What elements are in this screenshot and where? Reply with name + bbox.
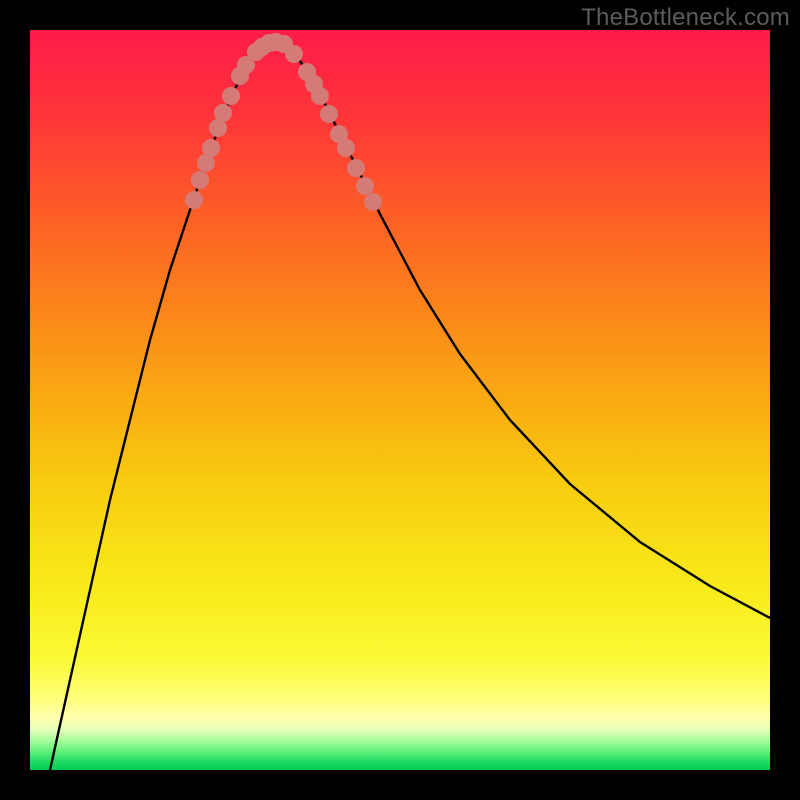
bottleneck-chart (30, 30, 770, 770)
marker-dot (214, 104, 232, 122)
chart-frame (30, 30, 770, 770)
marker-dot (347, 159, 365, 177)
marker-dot (222, 87, 240, 105)
marker-dot (320, 105, 338, 123)
marker-dot (202, 139, 220, 157)
marker-dot (364, 193, 382, 211)
marker-dot (311, 87, 329, 105)
bottleneck-curve (50, 43, 770, 770)
marker-dot (191, 171, 209, 189)
marker-dot (356, 177, 374, 195)
marker-dot (285, 45, 303, 63)
marker-dot (185, 191, 203, 209)
marker-group (185, 33, 382, 211)
watermark-label: TheBottleneck.com (581, 4, 790, 32)
marker-dot (337, 139, 355, 157)
